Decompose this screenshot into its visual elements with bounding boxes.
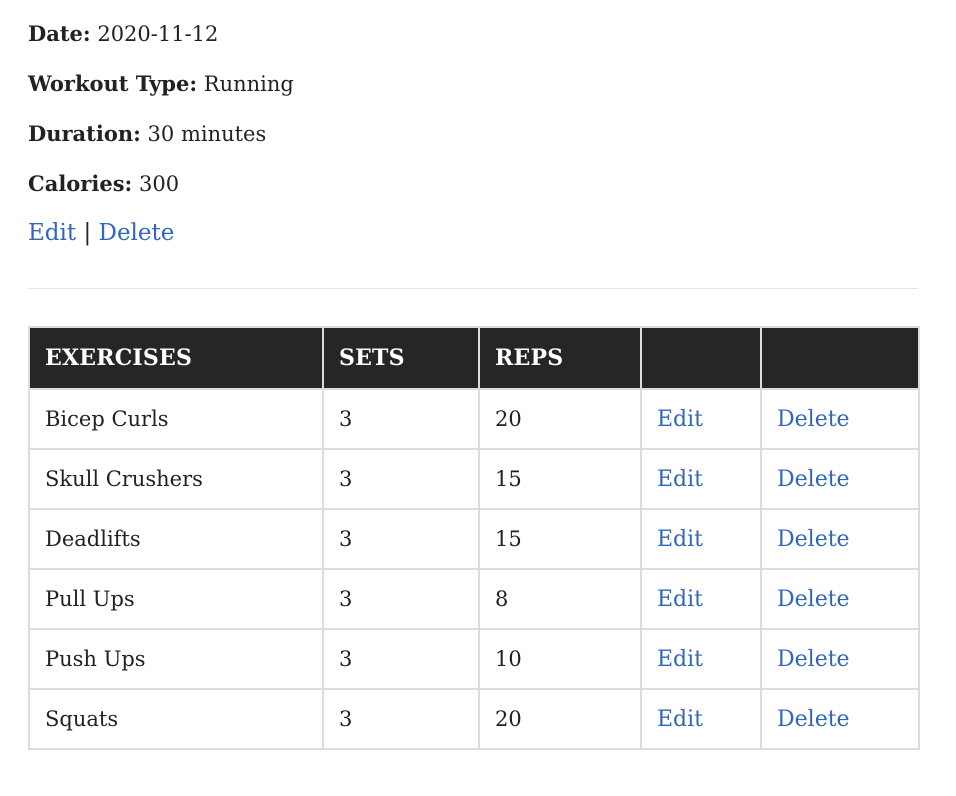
table-row: Skull Crushers 3 15 Edit Delete bbox=[28, 448, 920, 510]
delete-cell: Delete bbox=[760, 388, 920, 450]
sets-cell: 3 bbox=[322, 568, 480, 630]
delete-exercise-link[interactable]: Delete bbox=[777, 707, 850, 732]
delete-workout-link[interactable]: Delete bbox=[99, 220, 175, 246]
header-reps: REPS bbox=[478, 326, 642, 390]
exercise-name-cell: Push Ups bbox=[28, 628, 324, 690]
delete-exercise-link[interactable]: Delete bbox=[777, 407, 850, 432]
calories-line: Calories: 300 bbox=[28, 170, 918, 198]
table-header-row: EXERCISES SETS REPS bbox=[28, 326, 920, 390]
delete-cell: Delete bbox=[760, 568, 920, 630]
workout-type-line: Workout Type: Running bbox=[28, 70, 918, 98]
date-line: Date: 2020-11-12 bbox=[28, 20, 918, 48]
edit-exercise-link[interactable]: Edit bbox=[657, 407, 703, 432]
edit-exercise-link[interactable]: Edit bbox=[657, 467, 703, 492]
reps-cell: 10 bbox=[478, 628, 642, 690]
exercises-table: EXERCISES SETS REPS Bicep Curls 3 20 Edi… bbox=[28, 326, 920, 750]
date-value: 2020-11-12 bbox=[97, 22, 219, 46]
delete-cell: Delete bbox=[760, 508, 920, 570]
reps-cell: 20 bbox=[478, 388, 642, 450]
edit-cell: Edit bbox=[640, 568, 762, 630]
exercise-name-cell: Bicep Curls bbox=[28, 388, 324, 450]
reps-cell: 20 bbox=[478, 688, 642, 750]
edit-exercise-link[interactable]: Edit bbox=[657, 527, 703, 552]
table-row: Bicep Curls 3 20 Edit Delete bbox=[28, 388, 920, 450]
header-sets: SETS bbox=[322, 326, 480, 390]
edit-cell: Edit bbox=[640, 508, 762, 570]
calories-label: Calories: bbox=[28, 171, 133, 196]
table-row: Pull Ups 3 8 Edit Delete bbox=[28, 568, 920, 630]
sets-cell: 3 bbox=[322, 508, 480, 570]
edit-workout-link[interactable]: Edit bbox=[28, 220, 76, 246]
workout-type-label: Workout Type: bbox=[28, 71, 198, 96]
table-row: Deadlifts 3 15 Edit Delete bbox=[28, 508, 920, 570]
table-row: Push Ups 3 10 Edit Delete bbox=[28, 628, 920, 690]
edit-cell: Edit bbox=[640, 388, 762, 450]
edit-exercise-link[interactable]: Edit bbox=[657, 647, 703, 672]
workout-details: Date: 2020-11-12 Workout Type: Running D… bbox=[28, 20, 918, 248]
exercise-name-cell: Squats bbox=[28, 688, 324, 750]
workout-type-value: Running bbox=[203, 72, 294, 96]
edit-cell: Edit bbox=[640, 448, 762, 510]
exercise-name-cell: Deadlifts bbox=[28, 508, 324, 570]
sets-cell: 3 bbox=[322, 448, 480, 510]
delete-exercise-link[interactable]: Delete bbox=[777, 587, 850, 612]
exercise-name-cell: Skull Crushers bbox=[28, 448, 324, 510]
delete-cell: Delete bbox=[760, 628, 920, 690]
edit-cell: Edit bbox=[640, 628, 762, 690]
sets-cell: 3 bbox=[322, 688, 480, 750]
header-delete bbox=[760, 326, 920, 390]
calories-value: 300 bbox=[138, 172, 180, 196]
delete-exercise-link[interactable]: Delete bbox=[777, 647, 850, 672]
edit-exercise-link[interactable]: Edit bbox=[657, 707, 703, 732]
duration-label: Duration: bbox=[28, 121, 141, 146]
date-label: Date: bbox=[28, 21, 91, 46]
action-separator: | bbox=[83, 220, 92, 246]
reps-cell: 15 bbox=[478, 508, 642, 570]
delete-cell: Delete bbox=[760, 688, 920, 750]
edit-cell: Edit bbox=[640, 688, 762, 750]
workout-actions: Edit | Delete bbox=[28, 218, 918, 248]
duration-line: Duration: 30 minutes bbox=[28, 120, 918, 148]
delete-cell: Delete bbox=[760, 448, 920, 510]
exercise-name-cell: Pull Ups bbox=[28, 568, 324, 630]
header-edit bbox=[640, 326, 762, 390]
reps-cell: 15 bbox=[478, 448, 642, 510]
sets-cell: 3 bbox=[322, 388, 480, 450]
delete-exercise-link[interactable]: Delete bbox=[777, 467, 850, 492]
reps-cell: 8 bbox=[478, 568, 642, 630]
table-row: Squats 3 20 Edit Delete bbox=[28, 688, 920, 750]
sets-cell: 3 bbox=[322, 628, 480, 690]
edit-exercise-link[interactable]: Edit bbox=[657, 587, 703, 612]
delete-exercise-link[interactable]: Delete bbox=[777, 527, 850, 552]
header-exercises: EXERCISES bbox=[28, 326, 324, 390]
duration-value: 30 minutes bbox=[147, 122, 267, 146]
section-divider bbox=[28, 288, 918, 289]
